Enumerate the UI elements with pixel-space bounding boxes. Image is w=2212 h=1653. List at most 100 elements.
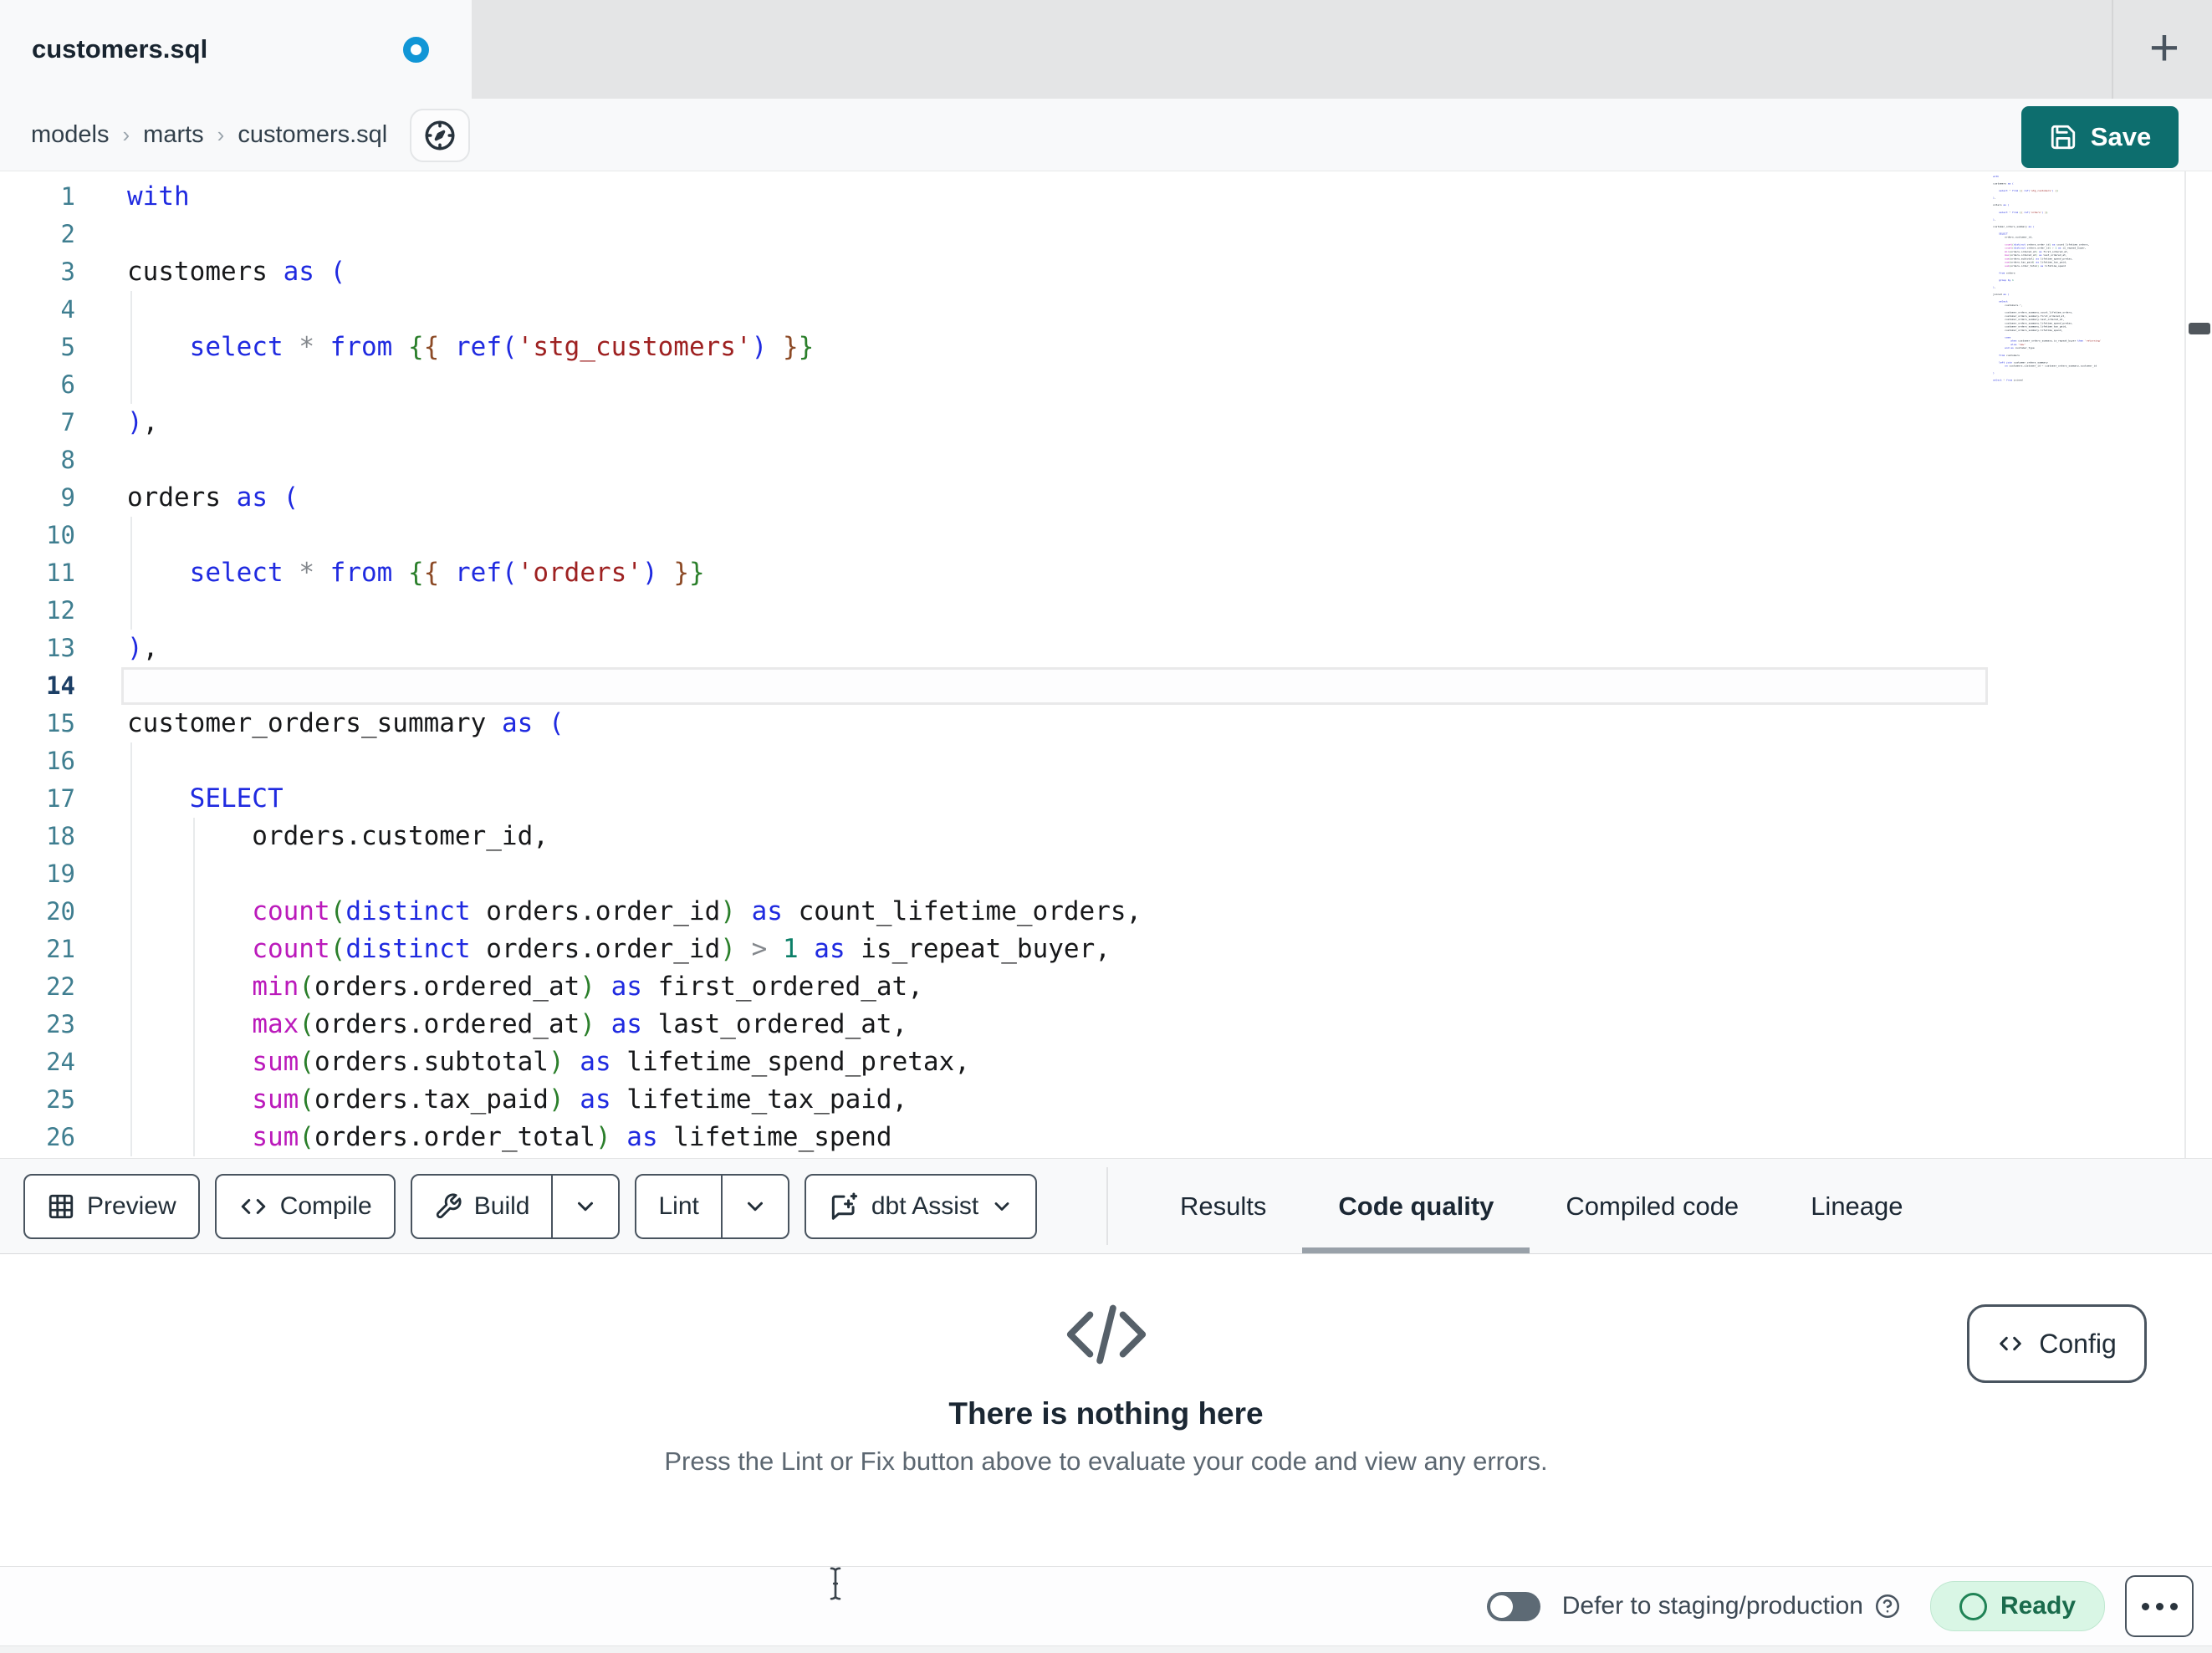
code-line-1[interactable]: 1 with [0, 178, 1988, 216]
status-bar-controls: Defer to staging/production Ready [1486, 1567, 2194, 1645]
code-line-20[interactable]: 20 count(distinct orders.order_id) as co… [0, 893, 1988, 931]
code-editor[interactable]: 1 with 2 3 customers as (4 5 select * from {{… [0, 171, 2212, 1158]
code-line-6[interactable]: 6 [0, 366, 1988, 404]
code-line-18[interactable]: 18 orders.customer_id, [0, 818, 1988, 855]
preview-button[interactable]: Preview [23, 1173, 200, 1239]
compile-button[interactable]: Compile [214, 1173, 396, 1239]
line-number: 22 [46, 972, 75, 1001]
file-tab-customers-sql[interactable]: customers.sql [0, 0, 472, 99]
code-line-21[interactable]: 21 count(distinct orders.order_id) > 1 a… [0, 931, 1988, 968]
line-number: 18 [46, 822, 75, 850]
code-line-15[interactable]: 15 customer_orders_summary as ( [0, 705, 1988, 742]
code-line-4[interactable]: 4 [0, 291, 1988, 329]
help-icon[interactable] [1873, 1592, 1902, 1620]
code-line-8[interactable]: 8 [0, 441, 1988, 479]
empty-state-title: There is nothing here [948, 1396, 1264, 1431]
indent-guide [130, 855, 132, 893]
code-line-23[interactable]: 23 max(orders.ordered_at) as last_ordere… [0, 1006, 1988, 1043]
code-line-16[interactable]: 16 [0, 742, 1988, 780]
line-number: 19 [46, 860, 75, 888]
assist-chat-sparkle-icon [828, 1191, 860, 1222]
code-line-10[interactable]: 10 [0, 517, 1988, 554]
defer-toggle[interactable] [1486, 1591, 1540, 1621]
lint-split-button[interactable]: Lint [635, 1173, 789, 1239]
new-tab-button[interactable]: + [2131, 15, 2198, 82]
compile-label: Compile [279, 1191, 372, 1220]
indent-guide [130, 517, 132, 554]
tab-code-quality[interactable]: Code quality [1302, 1159, 1530, 1253]
code-line-22[interactable]: 22 min(orders.ordered_at) as first_order… [0, 968, 1988, 1006]
lint-dropdown[interactable] [720, 1175, 788, 1237]
dbt-assist-label: dbt Assist [871, 1191, 979, 1220]
save-button[interactable]: Save [2021, 106, 2179, 168]
code-text: SELECT [189, 783, 284, 814]
code-line-2[interactable]: 2 [0, 216, 1988, 253]
tabstrip-divider [2112, 0, 2113, 99]
code-lines: 1 with 2 3 customers as (4 5 select * from {{… [0, 178, 1988, 1156]
file-tab-title: customers.sql [32, 34, 208, 64]
breadcrumb-item-models[interactable]: models [31, 121, 110, 149]
code-line-3[interactable]: 3 customers as ( [0, 253, 1988, 291]
line-number: 1 [60, 182, 75, 211]
code-line-17[interactable]: 17 SELECT [0, 780, 1988, 818]
editor-minimap[interactable]: with customers as ( select * from {{ ref… [1988, 171, 2184, 1158]
line-number: 26 [46, 1123, 75, 1151]
tab-results[interactable]: Results [1144, 1159, 1302, 1253]
lint-main[interactable]: Lint [636, 1176, 720, 1237]
line-number: 13 [46, 634, 75, 662]
code-text: with [127, 181, 190, 212]
ellipsis-icon [2141, 1602, 2149, 1610]
line-number: 21 [46, 935, 75, 963]
editor-scrollbar[interactable] [2184, 171, 2212, 1158]
tab-lineage[interactable]: Lineage [1775, 1159, 1939, 1253]
code-line-19[interactable]: 19 [0, 855, 1988, 893]
code-text: ), [127, 633, 159, 663]
compass-icon [422, 118, 457, 153]
status-circle-icon [1959, 1592, 1987, 1620]
save-floppy-icon [2049, 123, 2077, 151]
code-line-25[interactable]: 25 sum(orders.tax_paid) as lifetime_tax_… [0, 1081, 1988, 1119]
code-line-5[interactable]: 5 select * from {{ ref('stg_customers') … [0, 329, 1988, 366]
wrench-icon [434, 1192, 462, 1221]
code-line-24[interactable]: 24 sum(orders.subtotal) as lifetime_spen… [0, 1043, 1988, 1081]
build-split-button[interactable]: Build [410, 1173, 621, 1239]
chevron-down-icon [990, 1195, 1014, 1218]
more-options-button[interactable] [2125, 1575, 2194, 1637]
line-number: 5 [60, 333, 75, 361]
active-line-highlight [121, 667, 1988, 705]
breadcrumb-item-marts[interactable]: marts [143, 121, 204, 149]
code-text: customer_orders_summary as ( [127, 708, 564, 738]
code-line-13[interactable]: 13), [0, 630, 1988, 667]
build-dropdown[interactable] [551, 1175, 618, 1237]
code-text: count(distinct orders.order_id) as count… [252, 896, 1142, 926]
line-number: 15 [46, 709, 75, 737]
line-number: 20 [46, 897, 75, 926]
scrollbar-thumb[interactable] [2189, 323, 2210, 334]
code-line-11[interactable]: 11 select * from {{ ref('orders') }} [0, 554, 1988, 592]
code-slash-icon [0, 1294, 2212, 1375]
code-text: count(distinct orders.order_id) > 1 as i… [252, 934, 1111, 964]
code-line-7[interactable]: 7), [0, 404, 1988, 441]
code-text: orders as ( [127, 482, 299, 513]
code-line-9[interactable]: 9 orders as ( [0, 479, 1988, 517]
indent-guide [130, 291, 132, 329]
lineage-compass-button[interactable] [410, 109, 470, 162]
toolbar-tabs-divider [1106, 1167, 1108, 1245]
line-number: 10 [46, 521, 75, 549]
breadcrumb-separator-icon: › [217, 121, 225, 147]
empty-state-message: Press the Lint or Fix button above to ev… [664, 1446, 1548, 1476]
code-text: max(orders.ordered_at) as last_ordered_a… [252, 1009, 908, 1039]
text-cursor-pointer [823, 1565, 848, 1602]
ready-status-badge[interactable]: Ready [1929, 1581, 2105, 1631]
code-line-14[interactable]: 14 [0, 667, 1988, 705]
editor-tab-strip: customers.sql + [0, 0, 2212, 99]
breadcrumb-item-customers-sql[interactable]: customers.sql [238, 121, 387, 149]
ready-status-label: Ready [2000, 1592, 2076, 1620]
dbt-assist-button[interactable]: dbt Assist [804, 1173, 1038, 1239]
line-number: 2 [60, 220, 75, 248]
code-line-26[interactable]: 26 sum(orders.order_total) as lifetime_s… [0, 1119, 1988, 1156]
result-panel-tabs: Results Code quality Compiled code Lineage [1144, 1159, 1939, 1253]
build-main[interactable]: Build [412, 1176, 552, 1237]
code-line-12[interactable]: 12 [0, 592, 1988, 630]
tab-compiled-code[interactable]: Compiled code [1530, 1159, 1775, 1253]
